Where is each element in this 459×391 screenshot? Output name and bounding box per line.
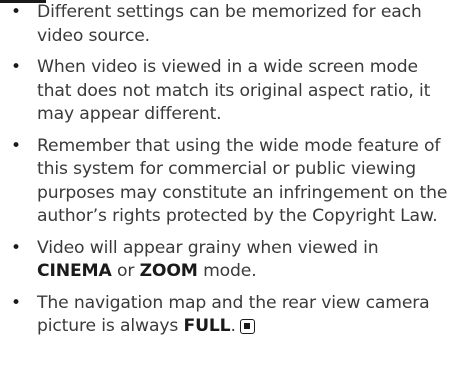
bullet-text: Remember that using the wide mode featur… <box>37 135 448 227</box>
bullet-marker: • <box>11 135 21 156</box>
bullet-text-after: . <box>230 316 236 336</box>
bullet-item-grainy-video: • Video will appear grainy when viewed i… <box>0 237 459 284</box>
bullet-text: When video is viewed in a wide screen mo… <box>37 57 431 124</box>
bullet-marker: • <box>11 292 21 313</box>
end-of-section-icon <box>239 319 255 334</box>
bullet-marker: • <box>11 57 21 77</box>
bullet-text: Different settings can be memorized for … <box>37 2 422 46</box>
bullet-item-settings-memorized: • Different settings can be memorized fo… <box>0 1 459 48</box>
bullet-marker: • <box>11 237 21 258</box>
bullet-item-aspect-ratio: • When video is viewed in a wide screen … <box>0 56 459 127</box>
mode-term-zoom: ZOOM <box>139 261 198 281</box>
bullet-text-mid: or <box>111 261 140 281</box>
mode-term-cinema: CINEMA <box>37 261 112 281</box>
bullet-marker: • <box>11 2 21 22</box>
bullet-item-full-mode: • The navigation map and the rear view c… <box>0 292 459 339</box>
notes-bullet-list: • Different settings can be memorized fo… <box>0 0 459 347</box>
mode-term-full: FULL <box>183 316 231 336</box>
bullet-text-before: Video will appear grainy when viewed in <box>37 237 379 258</box>
bullet-item-copyright-warning: • Remember that using the wide mode feat… <box>0 135 459 229</box>
bullet-text-after: mode. <box>197 261 257 281</box>
